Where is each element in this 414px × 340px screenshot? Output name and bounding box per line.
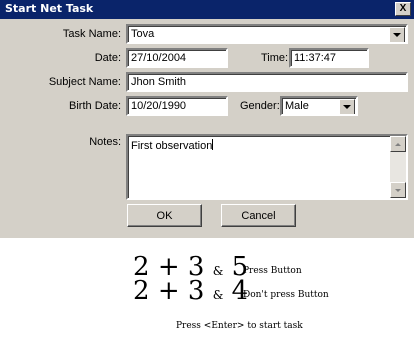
subject-name-value: Jhon Smith <box>131 76 187 88</box>
task-instruction: Press <Enter> to start task <box>176 321 303 331</box>
birth-date-value: 10/20/1990 <box>131 100 187 112</box>
notes-label: Notes: <box>89 136 121 148</box>
task-caption-row-1: Press Button <box>243 266 302 276</box>
start-net-task-dialog: Start Net Task X Task Name: Tova Date: 2… <box>0 0 414 238</box>
notes-scrollbar[interactable] <box>390 136 406 198</box>
date-field[interactable]: 27/10/2004 <box>126 48 228 68</box>
notes-value: First observation <box>131 140 213 152</box>
time-field[interactable]: 11:37:47 <box>289 48 369 68</box>
birth-date-field[interactable]: 10/20/1990 <box>126 96 228 116</box>
text-caret <box>212 139 214 150</box>
time-value: 11:37:47 <box>294 52 337 64</box>
chevron-down-icon <box>343 105 351 109</box>
ok-button[interactable]: OK <box>127 204 202 227</box>
task-name-combo[interactable]: Tova <box>126 24 408 44</box>
gender-select[interactable]: Male <box>280 96 358 116</box>
close-icon: X <box>399 3 407 14</box>
chevron-down-icon <box>393 33 401 37</box>
operator: + <box>157 276 180 306</box>
gender-dropdown-button[interactable] <box>339 99 355 114</box>
title-bar[interactable]: Start Net Task X <box>0 0 414 19</box>
dialog-title: Start Net Task <box>5 2 94 15</box>
task-equation-row-2: 2 + 3 & 4 <box>133 276 248 306</box>
operand-a: 2 <box>133 276 150 306</box>
task-name-label: Task Name: <box>62 28 121 40</box>
chevron-up-icon <box>395 142 401 146</box>
time-label: Time: <box>261 52 289 64</box>
gender-value: Male <box>285 100 309 112</box>
chevron-down-icon <box>395 188 401 192</box>
task-caption-row-2: Don't press Button <box>243 290 329 300</box>
birth-date-label: Birth Date: <box>69 100 121 112</box>
date-value: 27/10/2004 <box>131 52 187 64</box>
task-name-value: Tova <box>131 28 155 40</box>
scroll-up-button[interactable] <box>390 136 406 152</box>
ok-label: OK <box>156 209 173 222</box>
cancel-label: Cancel <box>241 209 276 222</box>
notes-textarea[interactable]: First observation <box>126 134 408 200</box>
operand-b: 3 <box>187 276 205 306</box>
subject-name-label: Subject Name: <box>48 76 121 88</box>
task-name-dropdown-button[interactable] <box>389 27 405 42</box>
cancel-button[interactable]: Cancel <box>221 204 296 227</box>
date-label: Date: <box>94 52 121 64</box>
close-button[interactable]: X <box>395 2 411 16</box>
scroll-down-button[interactable] <box>390 182 406 198</box>
ampersand: & <box>212 288 224 302</box>
subject-name-field[interactable]: Jhon Smith <box>126 72 408 92</box>
gender-label: Gender: <box>240 100 280 112</box>
